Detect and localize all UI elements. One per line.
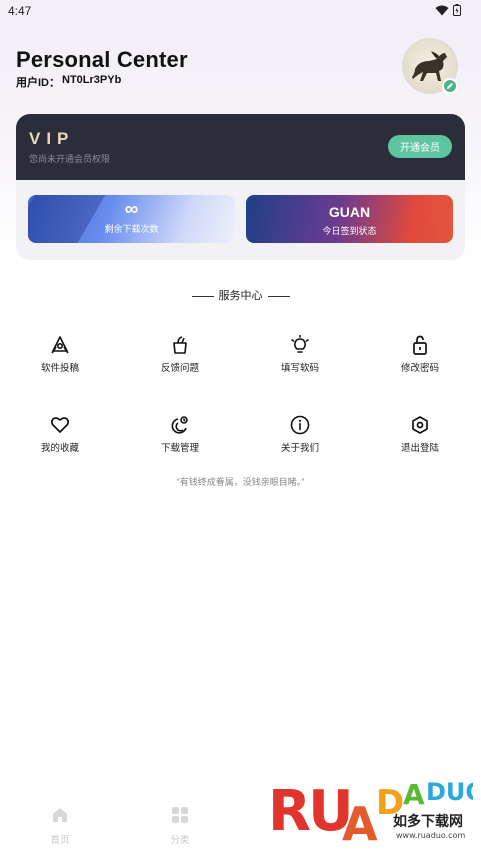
service-logout[interactable]: 退出登陆: [370, 415, 470, 471]
service-label: 软件投稿: [40, 363, 79, 374]
service-label: 填写软码: [280, 363, 319, 374]
status-icons: [435, 4, 461, 16]
vip-card: VIP 您尚未开通会员权限 开通会员 ∞ 剩余下载次数 GUAN 今日签到状态: [16, 114, 465, 260]
nav-label: 分类: [170, 835, 190, 846]
feedback-icon: [173, 336, 187, 354]
app-submit-icon: [51, 336, 69, 354]
status-bar: 4:47: [0, 0, 481, 22]
nav-label: 首页: [50, 835, 70, 846]
service-title-text: 服务中心: [218, 290, 263, 302]
lock-icon: [413, 335, 427, 355]
divider: [267, 295, 290, 297]
svg-text:A: A: [342, 797, 378, 850]
nav-home[interactable]: 首页: [30, 806, 90, 846]
svg-text:DUO: DUO: [426, 778, 473, 806]
ruanduo-logo: RU A D A DUO 如多下载网 www.ruaduo.com: [268, 778, 481, 851]
svg-text:A: A: [403, 778, 425, 811]
download-quota-label: 剩余下载次数: [104, 224, 159, 234]
service-section-title: 服务中心: [0, 287, 481, 303]
download-manage-icon: [171, 416, 188, 434]
service-change-password[interactable]: 修改密码: [370, 335, 470, 391]
service-favorites[interactable]: 我的收藏: [10, 415, 110, 471]
svg-text:www.ruaduo.com: www.ruaduo.com: [396, 831, 465, 840]
download-quota-card[interactable]: ∞ 剩余下载次数: [28, 195, 235, 243]
pencil-icon: [447, 83, 453, 89]
checkin-status-card[interactable]: GUAN 今日签到状态: [246, 195, 453, 243]
service-label: 我的收藏: [40, 443, 79, 454]
vip-header: VIP 您尚未开通会员权限 开通会员: [16, 114, 465, 180]
service-software-submit[interactable]: 软件投稿: [10, 335, 110, 391]
service-about-us[interactable]: 关于我们: [250, 415, 350, 471]
lightbulb-icon: [291, 335, 309, 353]
service-download-manage[interactable]: 下载管理: [130, 415, 230, 471]
service-fill-code[interactable]: 填写软码: [250, 335, 350, 391]
page-title: Personal Center: [16, 47, 188, 72]
service-label: 下载管理: [160, 443, 199, 454]
vip-subtitle: 您尚未开通会员权限: [29, 154, 111, 164]
service-feedback[interactable]: 反馈问题: [130, 335, 230, 391]
open-vip-button[interactable]: 开通会员: [388, 135, 452, 158]
vip-title: VIP: [29, 129, 75, 148]
service-label: 关于我们: [280, 443, 319, 454]
battery-icon: [453, 4, 461, 16]
status-time: 4:47: [8, 4, 32, 18]
user-id-value: NT0Lr3PYb: [62, 74, 122, 86]
avatar-wrap[interactable]: [402, 38, 458, 94]
service-label: 反馈问题: [160, 363, 199, 374]
svg-text:如多下载网: 如多下载网: [393, 813, 463, 830]
edit-avatar-button[interactable]: [442, 78, 458, 94]
watermark-logo: RU A D A DUO 如多下载网 www.ruaduo.com: [268, 770, 481, 851]
category-icon: [172, 807, 188, 823]
checkin-status-label: 今日签到状态: [322, 226, 377, 236]
home-icon: [53, 808, 67, 822]
nav-category[interactable]: 分类: [150, 806, 210, 846]
download-quota-value: ∞: [124, 199, 139, 220]
info-icon: [290, 415, 310, 435]
wifi-icon: [435, 5, 449, 15]
motto-quote: “有钱终成眷属，没钱亲眼目睹。”: [176, 477, 305, 487]
heart-icon: [50, 417, 70, 433]
user-id-row: 用户ID： NT0Lr3PYb: [16, 74, 121, 90]
svg-text:RU: RU: [268, 779, 351, 844]
service-label: 修改密码: [400, 363, 439, 374]
user-id-label: 用户ID：: [16, 77, 60, 89]
divider: [191, 295, 214, 297]
logout-icon: [412, 416, 428, 434]
service-label: 退出登陆: [400, 443, 439, 454]
checkin-status-value: GUAN: [328, 204, 371, 220]
